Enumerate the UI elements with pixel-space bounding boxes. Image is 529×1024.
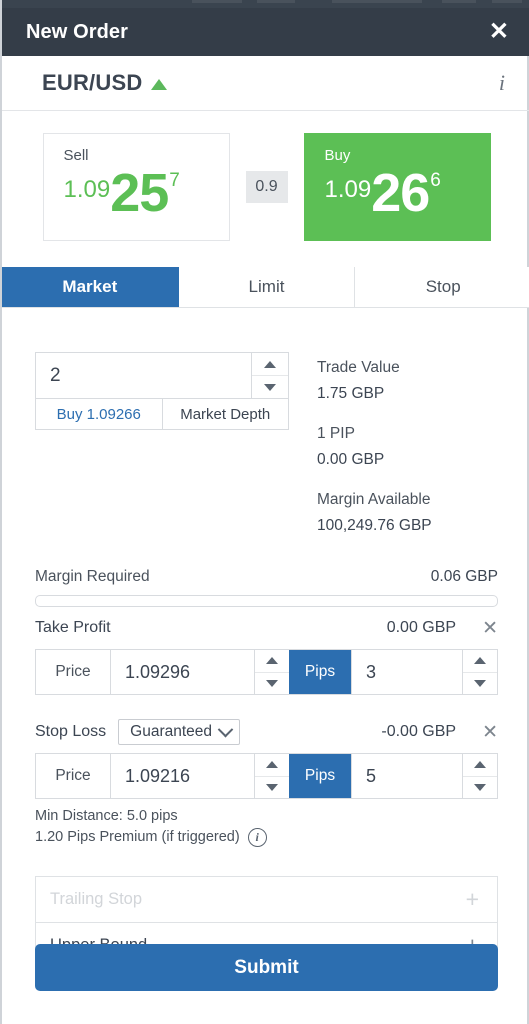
instrument-name[interactable]: EUR/USD — [42, 70, 142, 96]
take-profit-pips-input[interactable]: 3 — [351, 650, 462, 694]
buy-price-button[interactable]: Buy 1.09 26 6 — [303, 133, 491, 241]
margin-available-label: Margin Available — [317, 491, 431, 508]
quantity-input[interactable]: 2 — [36, 353, 252, 398]
stop-loss-type-select[interactable]: Guaranteed — [118, 719, 241, 745]
sell-price-button[interactable]: Sell 1.09 25 7 — [42, 133, 230, 241]
order-form: 2 Buy 1.09266 Market Depth Trade Value 1… — [2, 307, 529, 969]
quantity-stepper — [252, 353, 288, 398]
take-profit-price-decrement-button[interactable] — [255, 673, 289, 695]
margin-progress-bar — [35, 595, 498, 607]
chevron-up-icon — [474, 761, 486, 769]
trend-up-icon — [151, 79, 168, 90]
dialog-title: New Order — [26, 20, 129, 43]
chevron-down-icon — [264, 383, 276, 391]
chevron-up-icon — [266, 657, 278, 665]
quantity-price-link[interactable]: Buy 1.09266 — [36, 399, 163, 429]
order-type-tabs: Market Limit Stop — [2, 267, 529, 308]
chevron-down-icon — [474, 783, 486, 791]
stop-loss-pips-increment-button[interactable] — [463, 754, 497, 777]
premium-note: 1.20 Pips Premium (if triggered) — [35, 829, 240, 845]
chevron-down-icon — [217, 721, 234, 737]
buy-price-main: 26 — [371, 163, 430, 223]
chevron-down-icon — [266, 679, 278, 687]
sell-label: Sell — [63, 147, 89, 164]
stop-loss-price-label: Price — [36, 754, 111, 798]
stop-loss-price-stepper — [254, 754, 289, 798]
take-profit-remove-icon[interactable]: ✕ — [468, 619, 498, 638]
quantity-decrement-button[interactable] — [252, 376, 288, 398]
cropped-toolbar-strip — [2, 0, 529, 8]
stop-loss-remove-icon[interactable]: ✕ — [468, 723, 498, 742]
trade-value-label: Trade Value — [317, 359, 400, 376]
buy-label: Buy — [324, 147, 351, 164]
stop-loss-pips-decrement-button[interactable] — [463, 777, 497, 799]
sell-price-prefix: 1.09 — [63, 176, 111, 203]
margin-required-value: 0.06 GBP — [430, 568, 498, 585]
take-profit-price-stepper — [254, 650, 289, 694]
trailing-stop-label: Trailing Stop — [50, 890, 143, 908]
stop-loss-pips-stepper — [462, 754, 497, 798]
stop-loss-label: Stop Loss — [35, 723, 107, 740]
tab-market[interactable]: Market — [2, 267, 179, 307]
margin-available-value: 100,249.76 GBP — [317, 517, 432, 534]
trade-info-column: Trade Value 1.75 GBP 1 PIP 0.00 GBP Marg… — [289, 352, 498, 539]
take-profit-label: Take Profit — [35, 619, 111, 636]
premium-info-icon[interactable]: i — [247, 828, 267, 847]
new-order-dialog: New Order ✕ EUR/USD i Sell 1.09 25 7 0.9… — [0, 0, 529, 1024]
take-profit-price-input[interactable]: 1.09296 — [111, 650, 254, 694]
stop-loss-price-decrement-button[interactable] — [255, 777, 289, 799]
stop-loss-price-increment-button[interactable] — [255, 754, 289, 777]
take-profit-section: Take Profit 0.00 GBP ✕ Price 1.09296 Pip… — [2, 607, 529, 695]
stop-loss-section: Stop Loss Guaranteed -0.00 GBP ✕ Price 1… — [2, 695, 529, 799]
trailing-stop-row: Trailing Stop + — [36, 877, 497, 922]
buy-price-fraction: 6 — [430, 170, 441, 191]
stop-loss-amount: -0.00 GBP — [381, 723, 457, 740]
sell-price-fraction: 7 — [169, 170, 180, 191]
market-depth-button[interactable]: Market Depth — [163, 399, 289, 429]
tab-stop[interactable]: Stop — [355, 267, 529, 307]
buy-price-prefix: 1.09 — [324, 176, 372, 203]
stop-loss-pips-input[interactable]: 5 — [351, 754, 462, 798]
stop-loss-notes: Min Distance: 5.0 pips 1.20 Pips Premium… — [2, 799, 529, 848]
take-profit-price-increment-button[interactable] — [255, 650, 289, 673]
take-profit-pips-toggle[interactable]: Pips — [289, 650, 351, 694]
chevron-down-icon — [266, 783, 278, 791]
instrument-info-icon[interactable]: i — [499, 70, 505, 96]
close-icon[interactable]: ✕ — [489, 20, 509, 44]
chevron-down-icon — [474, 679, 486, 687]
take-profit-pips-increment-button[interactable] — [463, 650, 497, 673]
quantity-increment-button[interactable] — [252, 353, 288, 376]
take-profit-pips-stepper — [462, 650, 497, 694]
chevron-up-icon — [264, 360, 276, 368]
chevron-up-icon — [474, 657, 486, 665]
take-profit-amount: 0.00 GBP — [386, 619, 457, 636]
sell-price-main: 25 — [110, 163, 169, 223]
chevron-up-icon — [266, 761, 278, 769]
spread-badge: 0.9 — [245, 171, 288, 203]
min-distance-note: Min Distance: 5.0 pips — [35, 808, 178, 824]
pip-label: 1 PIP — [317, 425, 355, 442]
stop-loss-price-input[interactable]: 1.09216 — [111, 754, 254, 798]
margin-required-row: Margin Required 0.06 GBP — [2, 539, 529, 587]
stop-loss-pips-toggle[interactable]: Pips — [289, 754, 351, 798]
tab-limit[interactable]: Limit — [178, 267, 356, 307]
pip-value: 0.00 GBP — [317, 451, 385, 468]
instrument-row: EUR/USD i — [2, 56, 529, 111]
take-profit-price-label: Price — [36, 650, 111, 694]
trade-value: 1.75 GBP — [317, 385, 385, 402]
submit-area: Submit — [2, 944, 529, 991]
dialog-titlebar: New Order ✕ — [2, 8, 529, 56]
submit-button[interactable]: Submit — [35, 944, 498, 991]
price-panel: Sell 1.09 25 7 0.9 Buy 1.09 26 6 — [2, 111, 529, 263]
stop-loss-type-value: Guaranteed — [130, 723, 213, 740]
plus-icon: + — [465, 886, 479, 912]
margin-required-label: Margin Required — [35, 568, 150, 585]
take-profit-pips-decrement-button[interactable] — [463, 673, 497, 695]
quantity-control: 2 Buy 1.09266 Market Depth — [35, 352, 289, 430]
